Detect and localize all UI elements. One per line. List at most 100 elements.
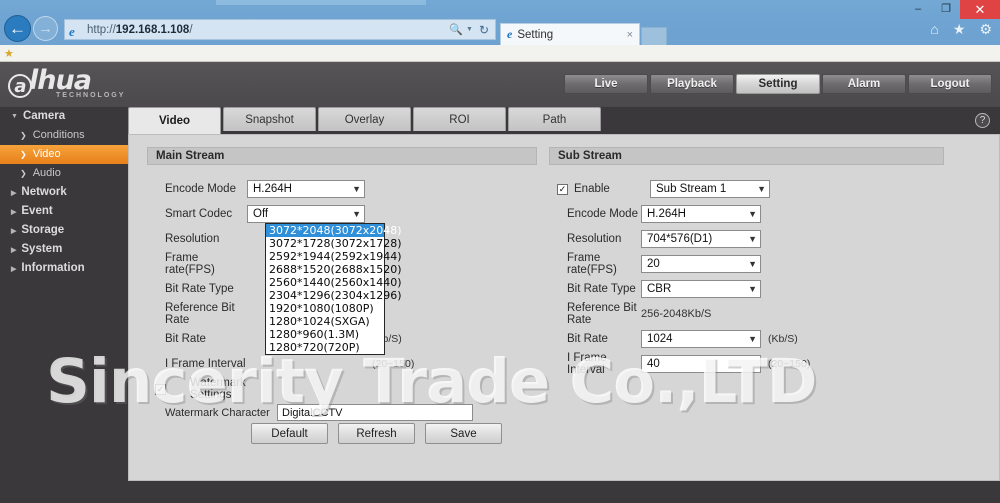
label-frame-rate: Frame rate(FPS): [165, 252, 215, 276]
maximize-button[interactable]: ❐: [932, 0, 960, 19]
sidebar-group-information[interactable]: ▶ Information: [0, 259, 128, 278]
app-header: a lhua TECHNOLOGY Live Playback Setting A…: [0, 62, 1000, 107]
row-sub-i-frame-interval: I Frame Interval 40 (20~150): [549, 352, 944, 376]
close-tab-icon[interactable]: ×: [627, 29, 633, 41]
refresh-button[interactable]: Refresh: [338, 423, 415, 444]
topnav-logout[interactable]: Logout: [908, 74, 992, 94]
triangle-right-icon: ▶: [11, 189, 17, 197]
resolution-option[interactable]: 3072*2048(3072x2048): [266, 224, 402, 237]
address-bar[interactable]: e http://192.168.1.108/ 🔍 ▼ ↻: [64, 19, 496, 40]
row-sub-reference-bit-rate: Reference Bit Rate 256-2048Kb/S: [549, 302, 944, 326]
sidebar-item-label: Video: [32, 148, 61, 160]
checkbox-enable[interactable]: ✓: [557, 183, 568, 195]
gear-icon[interactable]: ⚙: [979, 22, 992, 36]
label-sub-resolution: Resolution: [567, 233, 622, 245]
resolution-dropdown-list[interactable]: 3072*2048(3072x2048) 3072*1728(3072x1728…: [265, 223, 402, 355]
chevron-right-icon: ❯: [20, 131, 27, 140]
sidebar-group-event[interactable]: ▶ Event: [0, 202, 128, 221]
triangle-right-icon: ▶: [11, 265, 17, 273]
back-arrow-icon[interactable]: ←: [4, 15, 31, 42]
sidebar-group-camera[interactable]: ▼ Camera: [0, 107, 128, 126]
sidebar-item-video[interactable]: ❯ Video: [0, 145, 128, 164]
topnav-alarm[interactable]: Alarm: [822, 74, 906, 94]
row-watermark-settings: ✓ Watermark Settings: [147, 377, 537, 401]
chevron-down-icon[interactable]: ▼: [466, 26, 473, 33]
tab-overlay[interactable]: Overlay: [318, 107, 411, 131]
select-sub-stream[interactable]: Sub Stream 1 ▼: [650, 180, 770, 198]
resolution-option[interactable]: 1920*1080(1080P): [266, 302, 384, 315]
chevron-down-icon: ▼: [748, 209, 757, 219]
dahua-web-ui: a lhua TECHNOLOGY Live Playback Setting A…: [0, 62, 1000, 503]
label-enable: Enable: [574, 183, 610, 195]
tab-snapshot[interactable]: Snapshot: [223, 107, 316, 131]
resolution-option[interactable]: 2592*1944(2592x1944): [266, 250, 402, 263]
select-encode-mode[interactable]: H.264H ▼: [247, 180, 365, 198]
refresh-icon[interactable]: ↻: [479, 23, 489, 37]
forward-arrow-glyph: →: [38, 20, 53, 37]
sidebar-item-audio[interactable]: ❯ Audio: [0, 164, 128, 183]
tab-video[interactable]: Video: [128, 107, 221, 134]
triangle-right-icon: ▶: [11, 227, 17, 235]
resolution-option[interactable]: 3072*1728(3072x1728): [266, 237, 402, 250]
triangle-down-icon: ▼: [11, 113, 18, 120]
default-button[interactable]: Default: [251, 423, 328, 444]
forward-arrow-icon[interactable]: →: [33, 16, 58, 41]
resolution-option[interactable]: 2688*1520(2688x1520): [266, 263, 402, 276]
browser-tab-setting[interactable]: e Setting ×: [500, 23, 640, 45]
star-icon[interactable]: ★: [953, 22, 966, 36]
select-sub-bit-rate-type[interactable]: CBR ▼: [641, 280, 761, 298]
input-sub-i-frame-interval[interactable]: 40: [641, 355, 761, 373]
sidebar: ▼ Camera ❯ Conditions ❯ Video ❯ Audio ▶ …: [0, 107, 128, 503]
label-bit-rate-type: Bit Rate Type: [165, 283, 234, 295]
row-smart-codec: Smart Codec Off ▼: [147, 204, 537, 224]
input-watermark-character[interactable]: DigitalCCTV: [277, 404, 473, 421]
select-sub-encode-mode-value: H.264H: [647, 208, 686, 220]
new-tab-button[interactable]: [641, 27, 667, 45]
select-sub-resolution[interactable]: 704*576(D1) ▼: [641, 230, 761, 248]
resolution-option[interactable]: 1280*1024(SXGA): [266, 315, 384, 328]
favorites-bar: ★: [0, 45, 1000, 62]
home-icon[interactable]: ⌂: [930, 22, 938, 36]
sidebar-item-conditions[interactable]: ❯ Conditions: [0, 126, 128, 145]
tab-path[interactable]: Path: [508, 107, 601, 131]
save-button[interactable]: Save: [425, 423, 502, 444]
titlebar-strip: [216, 0, 426, 5]
chevron-down-icon: ▼: [352, 209, 361, 219]
main-stream-title: Main Stream: [147, 147, 537, 165]
label-sub-encode-mode: Encode Mode: [567, 208, 638, 220]
resolution-option[interactable]: 2304*1296(2304x1296): [266, 289, 402, 302]
checkbox-watermark-settings[interactable]: ✓: [155, 383, 166, 395]
tab-roi[interactable]: ROI: [413, 107, 506, 131]
sidebar-group-label: System: [21, 242, 63, 255]
sidebar-group-storage[interactable]: ▶ Storage: [0, 221, 128, 240]
label-sub-i-frame-interval: I Frame Interval: [567, 352, 607, 376]
select-sub-stream-value: Sub Stream 1: [656, 183, 727, 195]
row-sub-encode-mode: Encode Mode H.264H ▼: [549, 204, 944, 224]
suffix-sub-bit-rate: (Kb/S): [768, 333, 798, 345]
resolution-option[interactable]: 1280*720(720P): [266, 341, 384, 354]
search-icon[interactable]: 🔍: [449, 23, 463, 36]
select-sub-bit-rate[interactable]: 1024 ▼: [641, 330, 761, 348]
resolution-option[interactable]: 1280*960(1.3M): [266, 328, 384, 341]
sidebar-group-system[interactable]: ▶ System: [0, 240, 128, 259]
close-window-button[interactable]: ✕: [960, 0, 1000, 19]
chevron-down-icon: ▼: [352, 184, 361, 194]
help-icon[interactable]: ?: [975, 113, 990, 128]
sidebar-group-label: Storage: [21, 223, 65, 236]
resolution-option[interactable]: 2560*1440(2560x1440): [266, 276, 402, 289]
select-sub-frame-rate[interactable]: 20 ▼: [641, 255, 761, 273]
sidebar-group-label: Event: [21, 204, 53, 217]
topnav-playback[interactable]: Playback: [650, 74, 734, 94]
minimize-button[interactable]: –: [904, 0, 932, 19]
label-sub-bit-rate: Bit Rate: [567, 333, 608, 345]
topnav-setting[interactable]: Setting: [736, 74, 820, 94]
sidebar-group-network[interactable]: ▶ Network: [0, 183, 128, 202]
chevron-right-icon: ❯: [20, 150, 27, 159]
topnav-live[interactable]: Live: [564, 74, 648, 94]
favorites-star-icon[interactable]: ★: [4, 47, 14, 60]
label-watermark-settings: Watermark Settings: [190, 377, 246, 401]
select-smart-codec[interactable]: Off ▼: [247, 205, 365, 223]
browser-toolbar-icons: ⌂ ★ ⚙: [930, 22, 992, 36]
select-sub-encode-mode[interactable]: H.264H ▼: [641, 205, 761, 223]
select-sub-resolution-value: 704*576(D1): [647, 233, 713, 245]
